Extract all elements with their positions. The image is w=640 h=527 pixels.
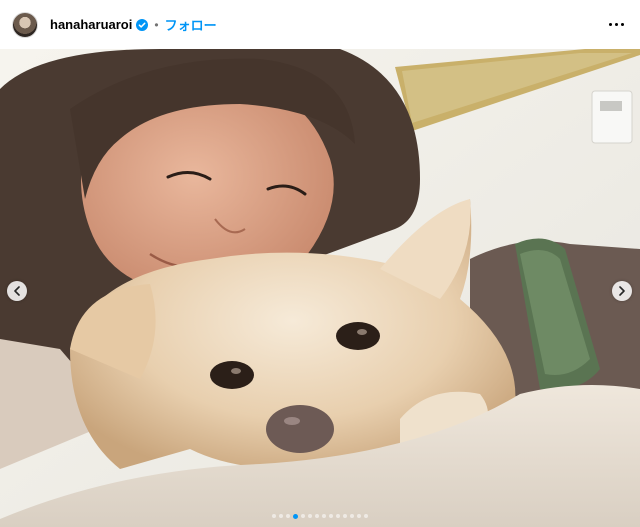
carousel-dot [350,514,354,518]
instagram-post: hanaharuaroi • フォロー [0,0,640,527]
carousel-dot [272,514,276,518]
carousel-dot [357,514,361,518]
carousel-dot [279,514,283,518]
carousel-dot [293,513,298,519]
carousel-dot [308,514,312,518]
carousel-dot [301,514,305,518]
carousel-indicator [0,513,640,519]
verified-badge-icon [136,18,149,31]
follow-button[interactable]: フォロー [165,15,217,34]
more-options-icon[interactable] [604,13,628,37]
post-photo[interactable] [0,49,640,527]
avatar[interactable] [12,11,38,38]
carousel-dot [343,514,347,518]
carousel-dot [336,514,340,518]
carousel-dot [315,514,319,518]
carousel-dot [322,514,326,518]
photo-illustration [0,49,640,527]
post-header: hanaharuaroi • フォロー [0,0,640,49]
separator-dot: • [154,17,159,32]
username[interactable]: hanaharuaroi [50,17,132,32]
carousel-dot [364,514,368,518]
carousel-dot [329,514,333,518]
carousel-dot [286,514,290,518]
chevron-right-icon[interactable] [612,281,632,301]
chevron-left-icon[interactable] [7,281,27,301]
